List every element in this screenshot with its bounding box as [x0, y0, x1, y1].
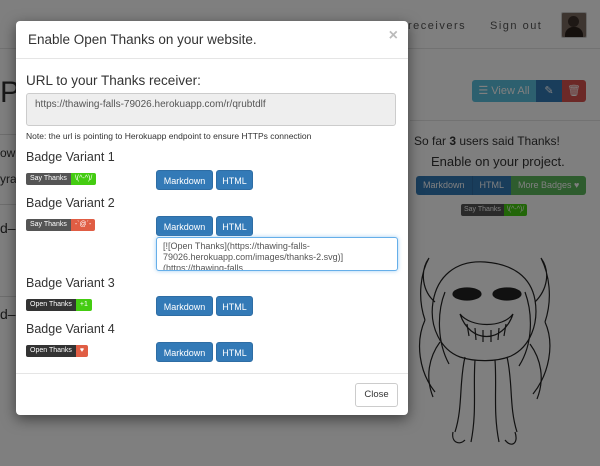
badge-right: -`@´-: [70, 219, 96, 231]
badge-variant-1-preview: Say Thanks \(^-^)/: [26, 173, 97, 185]
badge-left: Open Thanks: [26, 345, 76, 357]
variant-2-html-button[interactable]: HTML: [216, 216, 253, 236]
badge-right: \(^-^)/: [70, 173, 97, 185]
close-button[interactable]: Close: [355, 383, 398, 407]
badge-right: +1: [75, 299, 92, 311]
variant-1-html-button[interactable]: HTML: [216, 170, 253, 190]
modal-footer: Close: [16, 373, 408, 415]
badge-variant-3-preview: Open Thanks +1: [26, 299, 92, 311]
url-label: URL to your Thanks receiver:: [26, 73, 201, 88]
badge-left: Open Thanks: [26, 299, 76, 311]
badge-variant-2-preview: Say Thanks -`@´-: [26, 219, 96, 231]
embed-code-snippet[interactable]: [![Open Thanks](https://thawing-falls-79…: [156, 237, 398, 271]
badge-left: Say Thanks: [26, 219, 71, 231]
close-icon[interactable]: ×: [389, 27, 398, 45]
variant-4-html-button[interactable]: HTML: [216, 342, 253, 362]
variant-1-markdown-button[interactable]: Markdown: [156, 170, 213, 190]
variant-2-markdown-button[interactable]: Markdown: [156, 216, 213, 236]
heart-icon: ♥: [75, 345, 89, 357]
badge-variant-4-label: Badge Variant 4: [26, 322, 115, 336]
modal-title: Enable Open Thanks on your website.: [28, 32, 257, 47]
badge-variant-4-preview: Open Thanks ♥: [26, 345, 89, 357]
enable-thanks-modal: Enable Open Thanks on your website. × UR…: [16, 21, 408, 415]
badge-variant-1-label: Badge Variant 1: [26, 150, 115, 164]
badge-variant-2-label: Badge Variant 2: [26, 196, 115, 210]
variant-4-markdown-button[interactable]: Markdown: [156, 342, 213, 362]
variant-3-markdown-button[interactable]: Markdown: [156, 296, 213, 316]
badge-left: Say Thanks: [26, 173, 71, 185]
receiver-url-field[interactable]: https://thawing-falls-79026.herokuapp.co…: [26, 93, 396, 126]
https-note: Note: the url is pointing to Herokuapp e…: [26, 131, 312, 141]
variant-3-html-button[interactable]: HTML: [216, 296, 253, 316]
badge-variant-3-label: Badge Variant 3: [26, 276, 115, 290]
modal-header: Enable Open Thanks on your website. ×: [16, 21, 408, 59]
